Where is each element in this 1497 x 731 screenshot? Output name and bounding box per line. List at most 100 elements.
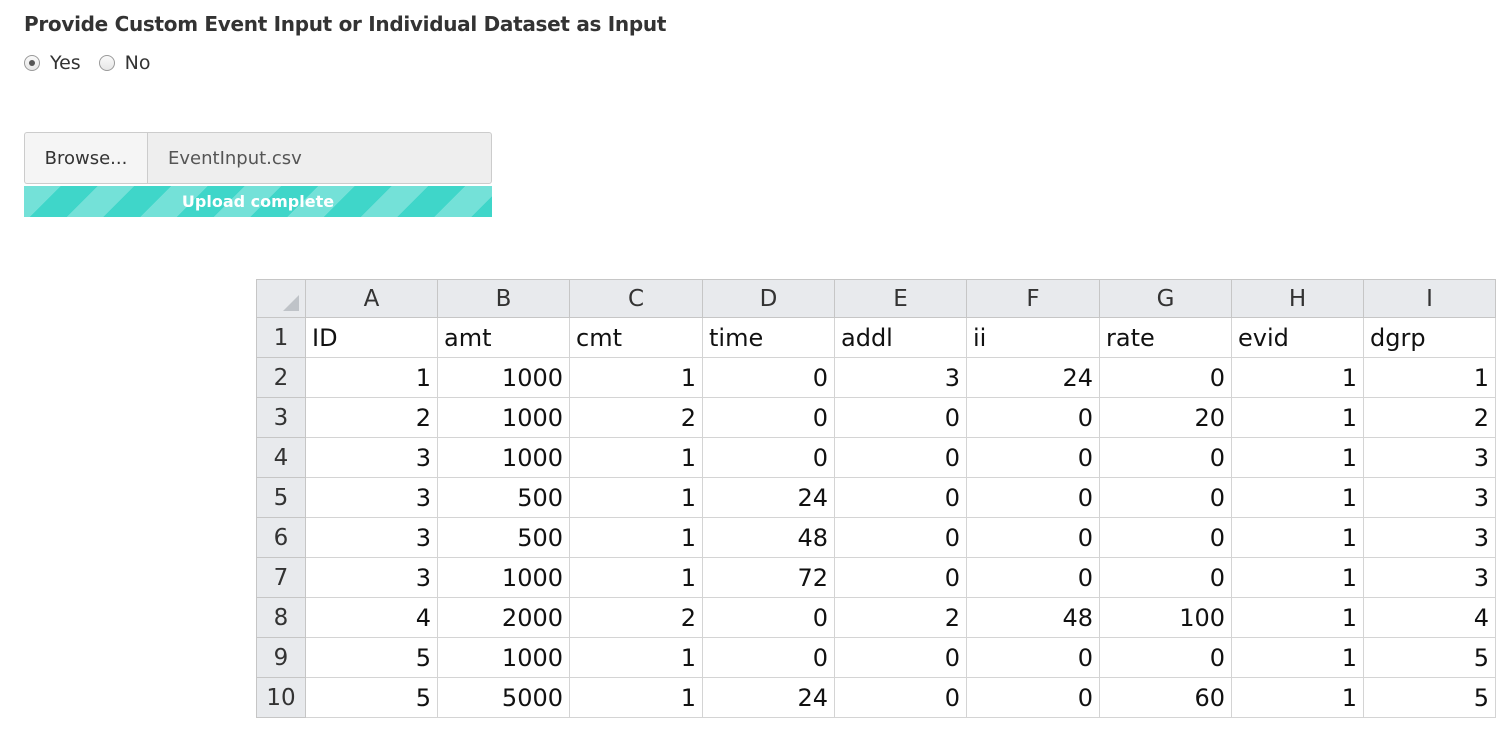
table-cell[interactable]: 24 [702, 477, 835, 518]
table-cell[interactable]: 60 [1099, 677, 1232, 718]
table-cell[interactable]: 4 [305, 597, 438, 638]
table-cell[interactable]: 5 [305, 637, 438, 678]
table-cell[interactable]: 72 [702, 557, 835, 598]
table-cell[interactable]: 1 [569, 677, 703, 718]
table-cell[interactable]: 0 [834, 477, 967, 518]
table-cell[interactable]: 0 [1099, 477, 1232, 518]
row-header[interactable]: 6 [256, 517, 306, 558]
radio-option-yes[interactable]: Yes [24, 52, 81, 74]
column-header[interactable]: E [834, 279, 967, 318]
row-header[interactable]: 1 [256, 317, 306, 358]
table-cell[interactable]: 0 [966, 557, 1100, 598]
table-cell[interactable]: 24 [702, 677, 835, 718]
table-cell[interactable]: 2 [305, 397, 438, 438]
table-cell[interactable]: 1 [569, 637, 703, 678]
table-cell[interactable]: 0 [1099, 357, 1232, 398]
table-cell[interactable]: 0 [834, 397, 967, 438]
table-cell[interactable]: 0 [966, 517, 1100, 558]
table-cell[interactable]: 3 [834, 357, 967, 398]
table-cell[interactable]: 1 [1231, 597, 1364, 638]
table-cell[interactable]: 5 [1363, 637, 1496, 678]
row-header[interactable]: 7 [256, 557, 306, 598]
table-cell[interactable]: 0 [966, 397, 1100, 438]
table-cell[interactable]: time [702, 317, 835, 358]
table-cell[interactable]: 3 [305, 517, 438, 558]
table-cell[interactable]: 0 [966, 677, 1100, 718]
table-cell[interactable]: 1000 [437, 397, 570, 438]
table-cell[interactable]: ii [966, 317, 1100, 358]
column-header[interactable]: A [305, 279, 438, 318]
table-cell[interactable]: 500 [437, 477, 570, 518]
table-cell[interactable]: 1 [1231, 637, 1364, 678]
table-cell[interactable]: 3 [1363, 477, 1496, 518]
table-cell[interactable]: 0 [834, 437, 967, 478]
table-cell[interactable]: 1 [1231, 477, 1364, 518]
table-cell[interactable]: 0 [834, 557, 967, 598]
table-cell[interactable]: 500 [437, 517, 570, 558]
table-cell[interactable]: 1 [1231, 437, 1364, 478]
table-cell[interactable]: ID [305, 317, 438, 358]
table-cell[interactable]: 5000 [437, 677, 570, 718]
table-cell[interactable]: 1 [305, 357, 438, 398]
table-cell[interactable]: 0 [966, 477, 1100, 518]
column-header[interactable]: F [966, 279, 1100, 318]
table-cell[interactable]: 100 [1099, 597, 1232, 638]
table-cell[interactable]: 1 [569, 557, 703, 598]
row-header[interactable]: 4 [256, 437, 306, 478]
table-cell[interactable]: 3 [305, 557, 438, 598]
table-cell[interactable]: 1 [569, 357, 703, 398]
table-cell[interactable]: 2 [569, 397, 703, 438]
table-cell[interactable]: 1 [1231, 357, 1364, 398]
table-cell[interactable]: 48 [966, 597, 1100, 638]
table-cell[interactable]: 2 [569, 597, 703, 638]
table-cell[interactable]: 3 [1363, 557, 1496, 598]
radio-option-no[interactable]: No [98, 52, 151, 74]
table-cell[interactable]: 2 [834, 597, 967, 638]
table-cell[interactable]: 0 [1099, 637, 1232, 678]
table-cell[interactable]: 0 [966, 637, 1100, 678]
row-header[interactable]: 8 [256, 597, 306, 638]
table-cell[interactable]: 3 [305, 477, 438, 518]
column-header[interactable]: D [702, 279, 835, 318]
select-all-corner[interactable] [256, 279, 306, 318]
row-header[interactable]: 3 [256, 397, 306, 438]
table-cell[interactable]: addl [834, 317, 967, 358]
table-cell[interactable]: dgrp [1363, 317, 1496, 358]
table-cell[interactable]: 48 [702, 517, 835, 558]
table-cell[interactable]: 0 [966, 437, 1100, 478]
table-cell[interactable]: 0 [1099, 557, 1232, 598]
table-cell[interactable]: 0 [702, 437, 835, 478]
filename-field[interactable]: EventInput.csv [147, 132, 492, 184]
table-cell[interactable]: rate [1099, 317, 1232, 358]
row-header[interactable]: 5 [256, 477, 306, 518]
table-cell[interactable]: 1 [569, 437, 703, 478]
table-cell[interactable]: 3 [305, 437, 438, 478]
table-cell[interactable]: 1000 [437, 437, 570, 478]
table-cell[interactable]: 3 [1363, 517, 1496, 558]
table-cell[interactable]: 1 [1231, 677, 1364, 718]
table-cell[interactable]: 5 [305, 677, 438, 718]
table-cell[interactable]: 0 [1099, 517, 1232, 558]
table-cell[interactable]: 1 [1231, 557, 1364, 598]
column-header[interactable]: H [1231, 279, 1364, 318]
radio-yes[interactable] [24, 55, 40, 71]
column-header[interactable]: C [569, 279, 703, 318]
table-cell[interactable]: 0 [702, 597, 835, 638]
table-cell[interactable]: 0 [702, 637, 835, 678]
table-cell[interactable]: amt [437, 317, 570, 358]
radio-no[interactable] [98, 55, 115, 71]
table-cell[interactable]: 0 [702, 397, 835, 438]
table-cell[interactable]: 0 [702, 357, 835, 398]
table-cell[interactable]: 0 [834, 637, 967, 678]
table-cell[interactable]: 3 [1363, 437, 1496, 478]
table-cell[interactable]: 2000 [437, 597, 570, 638]
table-cell[interactable]: cmt [569, 317, 703, 358]
table-cell[interactable]: 1000 [437, 637, 570, 678]
column-header[interactable]: I [1363, 279, 1496, 318]
row-header[interactable]: 9 [256, 637, 306, 678]
table-cell[interactable]: 1 [1363, 357, 1496, 398]
table-cell[interactable]: 1 [1231, 397, 1364, 438]
table-cell[interactable]: 1 [569, 517, 703, 558]
table-cell[interactable]: 0 [1099, 437, 1232, 478]
table-cell[interactable]: 0 [834, 517, 967, 558]
